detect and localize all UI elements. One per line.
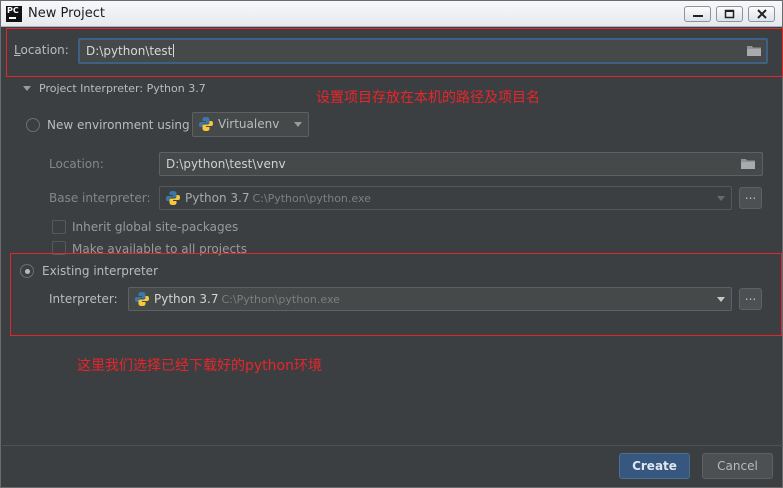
cancel-button[interactable]: Cancel <box>702 453 773 479</box>
new-project-dialog: PC New Project Location: D:\python\test … <box>0 0 783 488</box>
base-interpreter-browse-button[interactable]: ... <box>739 187 762 209</box>
close-icon <box>757 9 767 19</box>
venv-location-label: Location: <box>49 157 104 171</box>
interpreter-browse-button[interactable]: ... <box>739 288 762 310</box>
inherit-packages-label: Inherit global site-packages <box>72 220 239 234</box>
window-title: New Project <box>28 6 105 21</box>
minimize-icon <box>693 15 703 17</box>
new-environment-label: New environment using <box>47 118 190 132</box>
footer-divider <box>2 445 783 446</box>
interpreter-version: Python 3.7 <box>154 292 219 306</box>
venv-location-value: D:\python\test\venv <box>166 157 286 171</box>
expand-triangle-icon <box>23 86 31 91</box>
inherit-packages-checkbox[interactable] <box>52 220 66 234</box>
venv-location-input[interactable]: D:\python\test\venv <box>159 152 763 176</box>
base-interpreter-select[interactable]: Python 3.7 C:\Python\python.exe <box>159 186 732 210</box>
text-caret <box>173 44 175 57</box>
maximize-button[interactable] <box>716 6 743 22</box>
interpreter-path: C:\Python\python.exe <box>221 293 340 306</box>
environment-tool-select[interactable]: Virtualenv <box>192 112 309 137</box>
base-interpreter-version: Python 3.7 <box>185 191 250 205</box>
title-bar: PC New Project <box>1 1 782 27</box>
environment-tool-value: Virtualenv <box>218 117 280 131</box>
maximize-icon <box>724 9 735 19</box>
python-icon <box>166 191 180 205</box>
location-value: D:\python\test <box>86 44 173 58</box>
location-input[interactable]: D:\python\test <box>78 38 768 64</box>
venv-folder-icon[interactable] <box>741 158 755 169</box>
base-interpreter-path: C:\Python\python.exe <box>252 192 371 205</box>
close-button[interactable] <box>748 6 775 22</box>
new-environment-radio[interactable] <box>26 118 40 132</box>
annotation-bottom: 这里我们选择已经下载好的python环境 <box>77 358 322 374</box>
make-available-checkbox[interactable] <box>52 241 66 255</box>
python-icon <box>135 292 149 306</box>
dropdown-arrow-icon <box>294 122 302 127</box>
interpreter-select[interactable]: Python 3.7 C:\Python\python.exe <box>128 287 732 311</box>
dropdown-arrow-icon <box>717 196 725 201</box>
pycharm-logo-icon: PC <box>6 6 22 22</box>
location-label: Location: <box>14 43 69 57</box>
interpreter-label: Interpreter: <box>49 292 118 306</box>
minimize-button[interactable] <box>684 6 711 22</box>
existing-interpreter-radio[interactable] <box>20 264 34 278</box>
existing-interpreter-label: Existing interpreter <box>42 264 158 278</box>
dropdown-arrow-icon <box>717 297 725 302</box>
create-button[interactable]: Create <box>619 453 690 479</box>
python-icon <box>199 117 213 131</box>
make-available-label: Make available to all projects <box>72 242 248 256</box>
base-interpreter-label: Base interpreter: <box>49 191 151 205</box>
folder-icon[interactable] <box>747 45 761 56</box>
interpreter-section-header[interactable]: Project Interpreter: Python 3.7 <box>23 82 206 95</box>
annotation-top: 设置项目存放在本机的路径及项目名 <box>316 90 540 106</box>
